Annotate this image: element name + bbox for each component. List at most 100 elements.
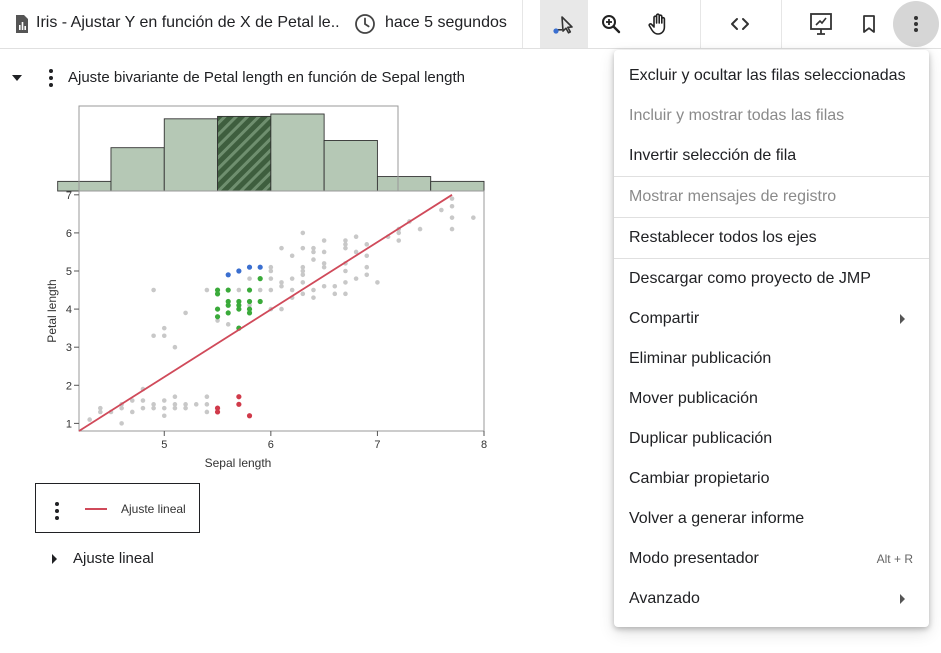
y-tick-label: 7 <box>66 190 72 202</box>
scatter-point <box>396 238 402 243</box>
scatter-point <box>257 298 263 305</box>
y-tick-label: 1 <box>66 418 72 430</box>
menu-item-label: Avanzado <box>629 590 700 607</box>
scatter-point <box>268 287 274 293</box>
scatter-point <box>87 417 92 422</box>
menu-item[interactable]: Excluir y ocultar las filas seleccionada… <box>614 56 929 96</box>
presentation-button[interactable] <box>797 0 845 48</box>
menu-item-label: Mostrar mensajes de registro <box>629 188 837 205</box>
menu-item: Incluir y mostrar todas las filas <box>614 96 929 136</box>
scatter-point <box>236 298 242 305</box>
menu-item-label: Eliminar publicación <box>629 350 772 367</box>
scatter-point <box>172 394 178 400</box>
top-histogram-bar <box>110 147 165 192</box>
menu-item-label: Incluir y mostrar todas las filas <box>629 107 845 124</box>
scatter-point <box>140 398 146 403</box>
scatter-point <box>225 287 231 293</box>
scatter-point <box>289 287 295 293</box>
menu-item-label: Cambiar propietario <box>629 470 770 487</box>
y-axis-label: Petal length <box>45 279 59 342</box>
top-histogram <box>57 105 485 192</box>
scatter-point <box>161 405 167 411</box>
menu-item-label: Modo presentador <box>629 550 759 567</box>
linear-fit-outline[interactable] <box>52 549 57 569</box>
scatter-point <box>417 226 423 232</box>
scatter-point <box>183 402 188 407</box>
x-tick-label: 7 <box>374 439 380 451</box>
menu-item-label: Duplicar publicación <box>629 430 773 447</box>
scatter-point <box>321 261 327 266</box>
legend-menu-icon[interactable] <box>55 502 59 520</box>
more-vertical-icon <box>914 16 918 32</box>
scatter-point <box>311 245 316 251</box>
scatter-point <box>257 287 263 293</box>
bivariate-chart: 5 6 7 8 1 2 3 4 5 6 7 Sepal length Petal length <box>45 105 487 470</box>
scatter-point <box>161 413 167 419</box>
scatter-point <box>172 402 178 407</box>
scatter-point <box>321 249 327 255</box>
top-histogram-bar <box>217 115 272 192</box>
more-options-button[interactable] <box>893 1 939 47</box>
x-tick-label: 8 <box>481 439 487 451</box>
scatter-point <box>204 287 210 293</box>
y-tick-label: 4 <box>66 304 72 316</box>
scatter-point <box>140 405 146 411</box>
menu-item-shortcut: Alt + R <box>876 552 913 566</box>
code-icon <box>731 18 749 30</box>
scatter-point <box>343 268 348 274</box>
scatter-point <box>449 215 455 220</box>
menu-item[interactable]: Eliminar publicación <box>614 339 929 379</box>
scatter-point <box>300 291 306 297</box>
scatter-point <box>204 409 210 415</box>
scatter-point <box>364 264 370 270</box>
pan-tool-button[interactable] <box>635 0 683 48</box>
scatter-point <box>268 276 274 281</box>
y-tick-label: 6 <box>66 228 72 240</box>
scatter-point <box>193 402 199 407</box>
scatter-point <box>225 310 231 316</box>
scatter-point <box>343 291 348 297</box>
scatter-point <box>364 242 370 247</box>
menu-item[interactable]: Duplicar publicación <box>614 419 929 459</box>
scatter-point <box>161 325 167 331</box>
bookmark-button[interactable] <box>845 0 893 48</box>
menu-item-label: Restablecer todos los ejes <box>629 229 817 246</box>
menu-item[interactable]: Avanzado <box>614 579 929 619</box>
scatter-point <box>257 264 263 270</box>
scatter-point <box>300 264 306 270</box>
scatter-point <box>279 245 284 251</box>
scatter-point <box>204 394 210 400</box>
bookmark-icon <box>863 15 875 33</box>
expand-triangle-icon[interactable] <box>52 554 57 564</box>
menu-item: Mostrar mensajes de registro <box>614 177 929 217</box>
scatter-point <box>311 295 316 300</box>
scatter-point <box>311 257 316 262</box>
embed-code-button[interactable] <box>716 0 764 48</box>
scatter-point <box>214 314 221 320</box>
scatter-point <box>214 287 221 293</box>
options-menu: Excluir y ocultar las filas seleccionada… <box>614 50 929 627</box>
menu-item[interactable]: Invertir selección de fila <box>614 136 929 176</box>
scatter-point <box>300 245 306 251</box>
scatter-point <box>343 238 348 243</box>
scatter-point <box>151 333 156 339</box>
scatter-point <box>364 253 370 259</box>
menu-item[interactable]: Compartir <box>614 299 929 339</box>
menu-item[interactable]: Cambiar propietario <box>614 459 929 499</box>
scatter-point <box>183 310 188 316</box>
toolbar-divider <box>781 0 782 48</box>
scatter-point <box>364 272 370 278</box>
menu-item[interactable]: Modo presentador Alt + R <box>614 539 929 579</box>
menu-item[interactable]: Restablecer todos los ejes <box>614 218 929 258</box>
top-histogram-bar <box>430 180 485 192</box>
y-tick-label: 5 <box>66 266 72 278</box>
scatter-point <box>172 344 178 350</box>
menu-item[interactable]: Descargar como proyecto de JMP <box>614 259 929 299</box>
x-tick-label: 6 <box>268 439 274 451</box>
legend-label: Ajuste lineal <box>121 502 186 516</box>
scatter-point <box>98 405 103 411</box>
menu-item[interactable]: Volver a generar informe <box>614 499 929 539</box>
scatter-point <box>119 421 124 426</box>
scatter-point <box>225 322 231 327</box>
menu-item[interactable]: Mover publicación <box>614 379 929 419</box>
